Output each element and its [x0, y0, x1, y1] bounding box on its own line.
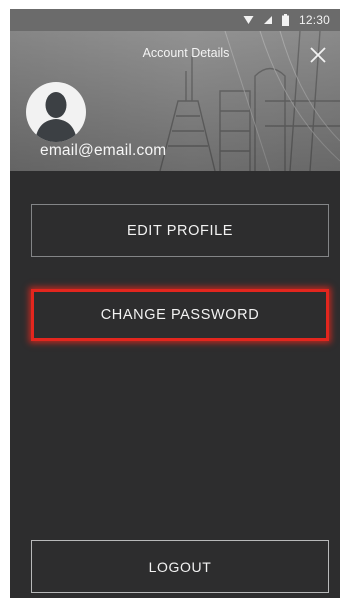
user-avatar-icon	[36, 92, 76, 142]
wifi-icon	[243, 16, 254, 24]
avatar	[26, 82, 86, 142]
change-password-button[interactable]: CHANGE PASSWORD	[31, 289, 329, 341]
logout-button[interactable]: LOGOUT	[31, 540, 329, 593]
status-time: 12:30	[298, 13, 330, 27]
user-email: email@email.com	[40, 142, 167, 159]
battery-icon	[281, 14, 289, 26]
account-details-screen: 12:30 Account Details email@email.com ED…	[10, 9, 340, 598]
edit-profile-button[interactable]: EDIT PROFILE	[31, 204, 329, 257]
signal-icon	[263, 16, 272, 24]
status-bar: 12:30	[10, 9, 340, 31]
status-icons	[234, 14, 289, 26]
close-button[interactable]	[308, 45, 328, 65]
header-title: Account Details	[142, 46, 230, 60]
account-header: Account Details email@email.com	[10, 31, 340, 171]
close-icon	[310, 47, 326, 63]
